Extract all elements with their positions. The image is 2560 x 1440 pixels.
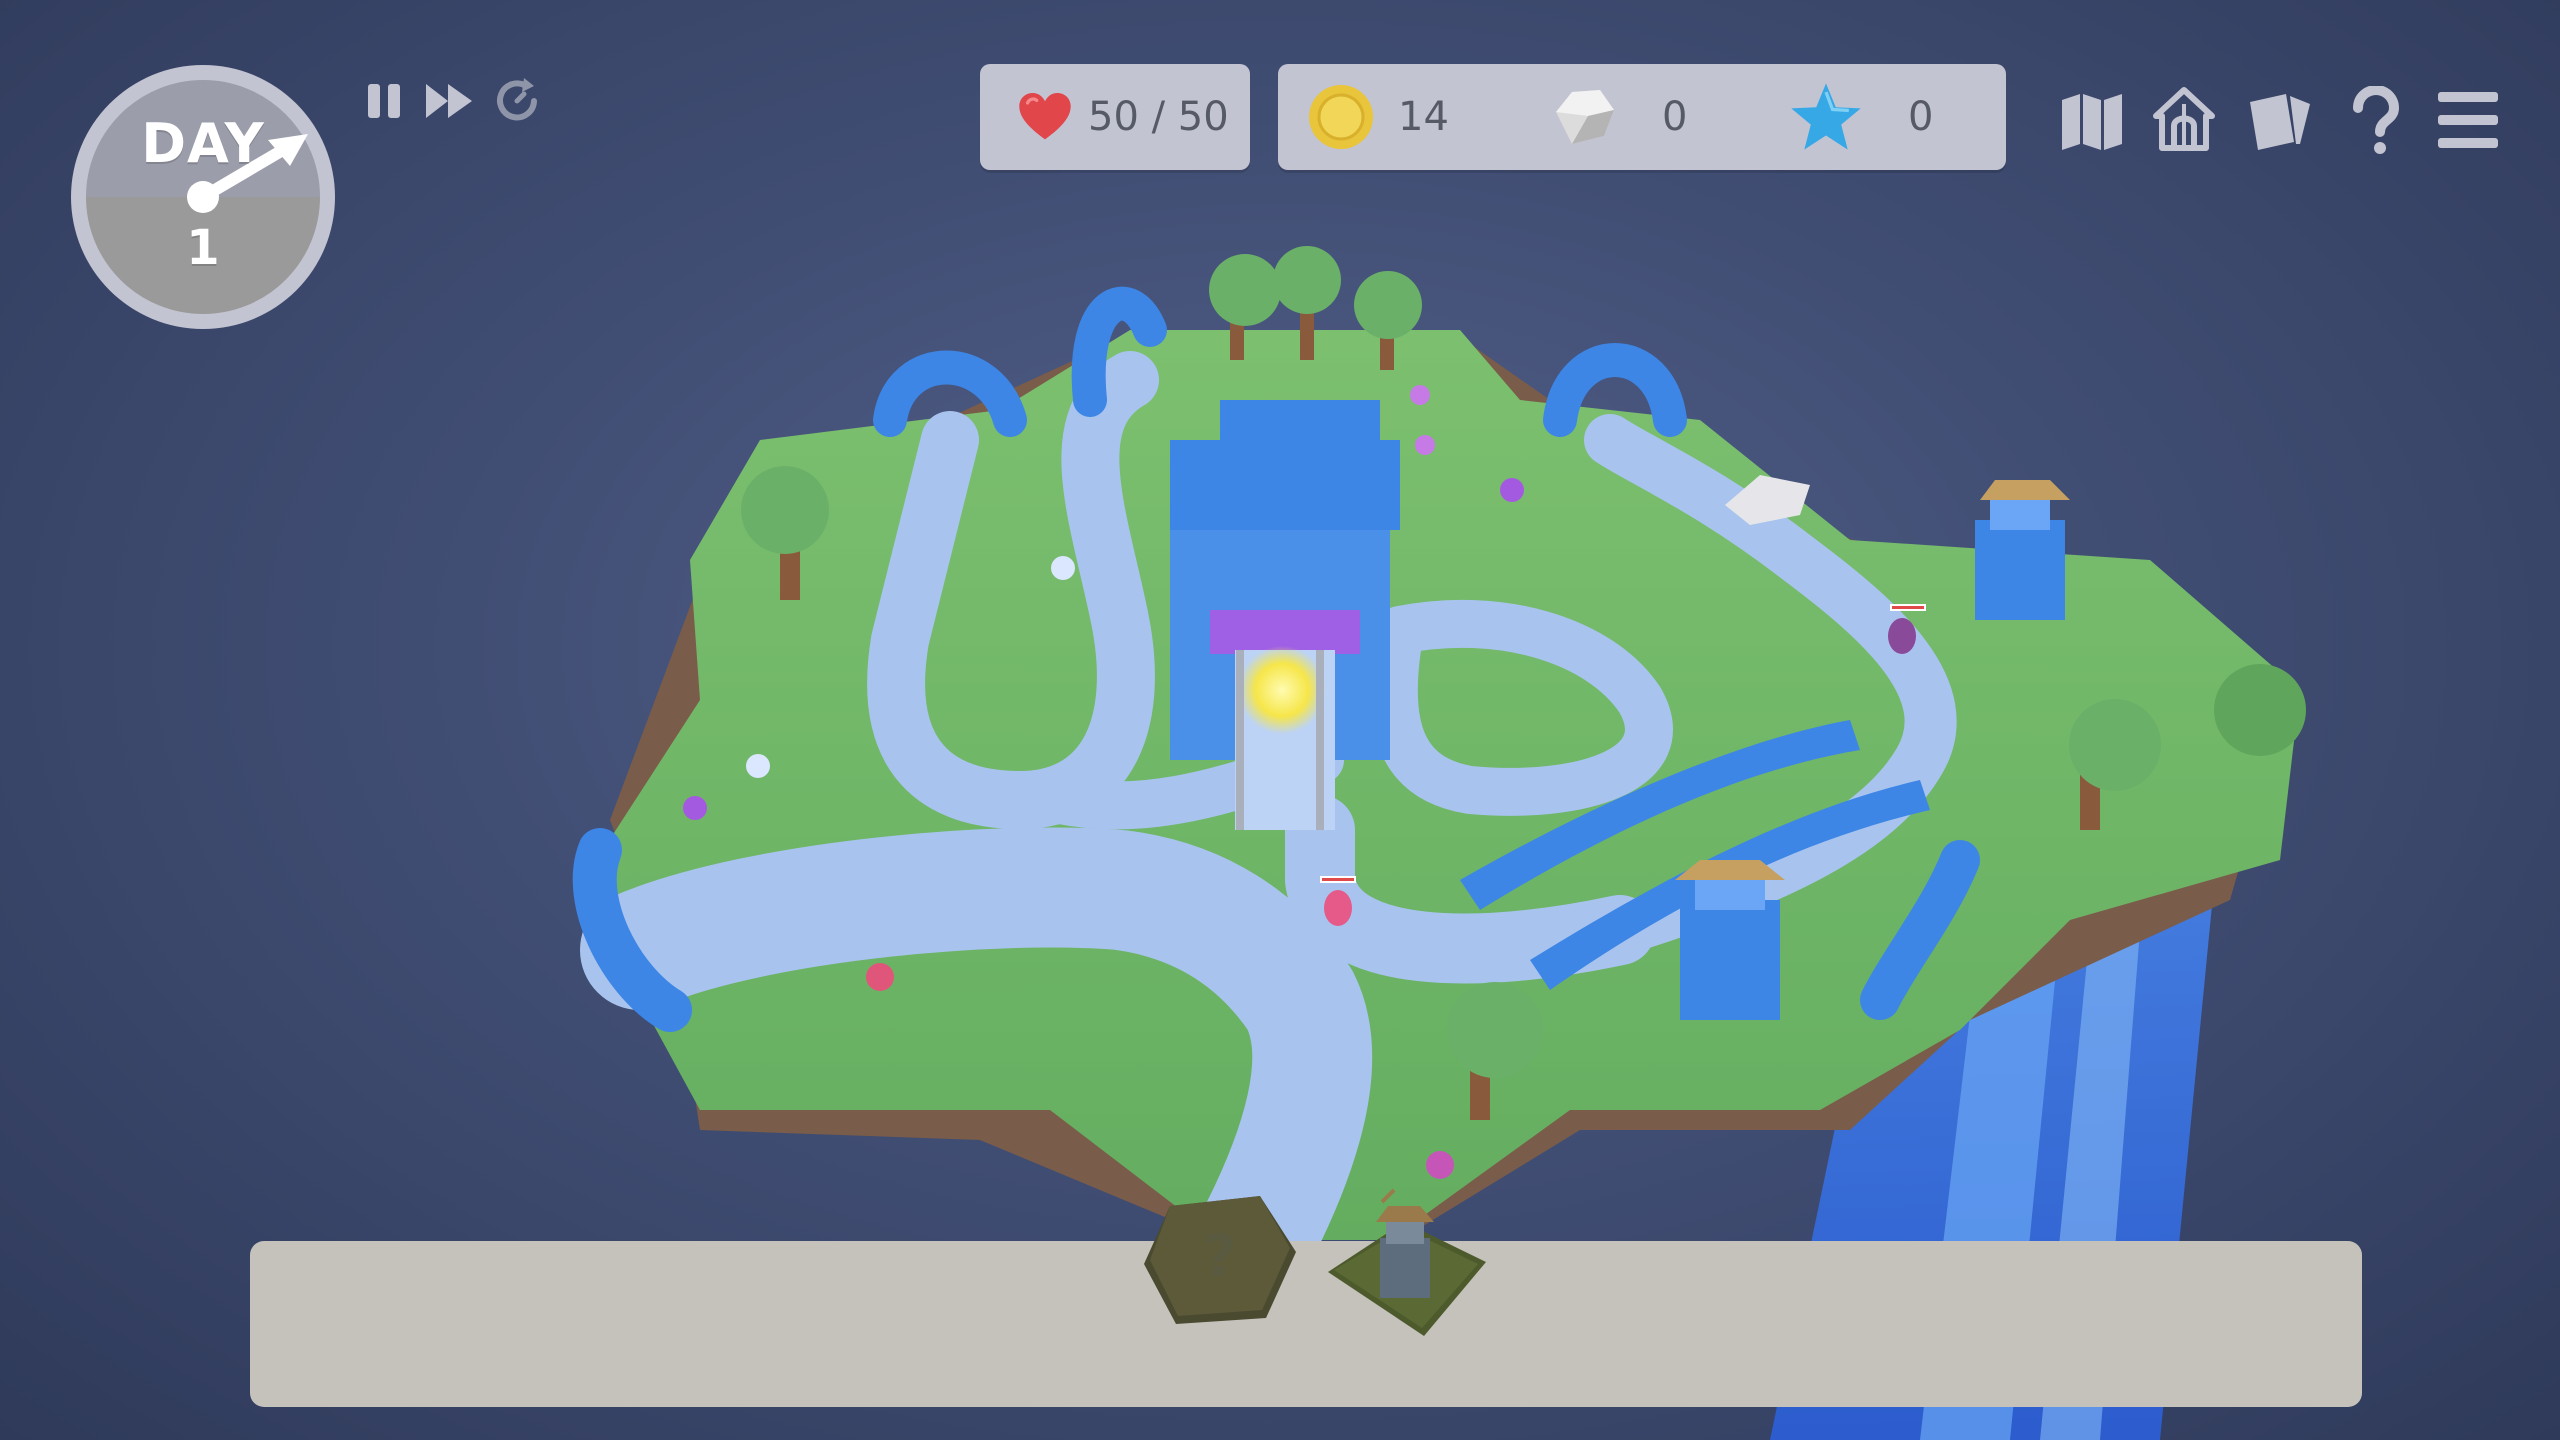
pause-button[interactable] bbox=[358, 74, 412, 128]
fast-forward-button[interactable] bbox=[422, 74, 476, 128]
castle-upgrades-button[interactable] bbox=[2150, 86, 2218, 154]
gold-coin-icon bbox=[1309, 85, 1373, 149]
fast-forward-icon bbox=[426, 84, 472, 118]
stone-display: 0 bbox=[1548, 64, 1687, 170]
game-viewport[interactable]: DAY 1 50 / 50 14 0 0 ? bbox=[0, 0, 2560, 1440]
health-display: 50 / 50 bbox=[1016, 64, 1229, 170]
clock-face-icon bbox=[71, 65, 335, 329]
day-clock: DAY 1 bbox=[68, 62, 338, 332]
stone-value: 0 bbox=[1662, 94, 1688, 140]
pause-icon bbox=[368, 84, 400, 118]
help-icon bbox=[2353, 86, 2400, 154]
archer-tower-card[interactable] bbox=[1324, 1182, 1490, 1342]
card-hand-bar bbox=[250, 1241, 2362, 1407]
star-icon bbox=[1791, 83, 1861, 150]
health-panel: 50 / 50 bbox=[980, 64, 1250, 170]
archer-tower-icon bbox=[1328, 1188, 1486, 1336]
heart-icon bbox=[1019, 92, 1071, 140]
stars-display: 0 bbox=[1788, 64, 1933, 170]
gold-display: 14 bbox=[1306, 64, 1449, 170]
hamburger-menu-icon bbox=[2438, 92, 2498, 148]
mystery-card-label: ? bbox=[1203, 1222, 1237, 1290]
cards-deck-icon bbox=[2250, 94, 2310, 150]
map-button[interactable] bbox=[2058, 86, 2126, 154]
day-number: 1 bbox=[186, 220, 220, 276]
cards-deck-button[interactable] bbox=[2246, 86, 2314, 154]
stars-value: 0 bbox=[1908, 94, 1934, 140]
mystery-tile-card[interactable]: ? bbox=[1140, 1192, 1300, 1328]
castle-upgrades-icon bbox=[2153, 87, 2215, 151]
day-label: DAY bbox=[141, 112, 265, 175]
map-icon bbox=[2062, 94, 2122, 150]
main-menu-button[interactable] bbox=[2434, 86, 2502, 154]
auto-speed-button[interactable] bbox=[490, 74, 544, 128]
stone-icon bbox=[1556, 90, 1614, 144]
health-value: 50 / 50 bbox=[1088, 94, 1229, 140]
gold-value: 14 bbox=[1398, 94, 1449, 140]
help-button[interactable] bbox=[2340, 86, 2408, 154]
auto-speed-icon bbox=[497, 78, 537, 121]
resources-panel: 14 0 0 bbox=[1278, 64, 2006, 170]
